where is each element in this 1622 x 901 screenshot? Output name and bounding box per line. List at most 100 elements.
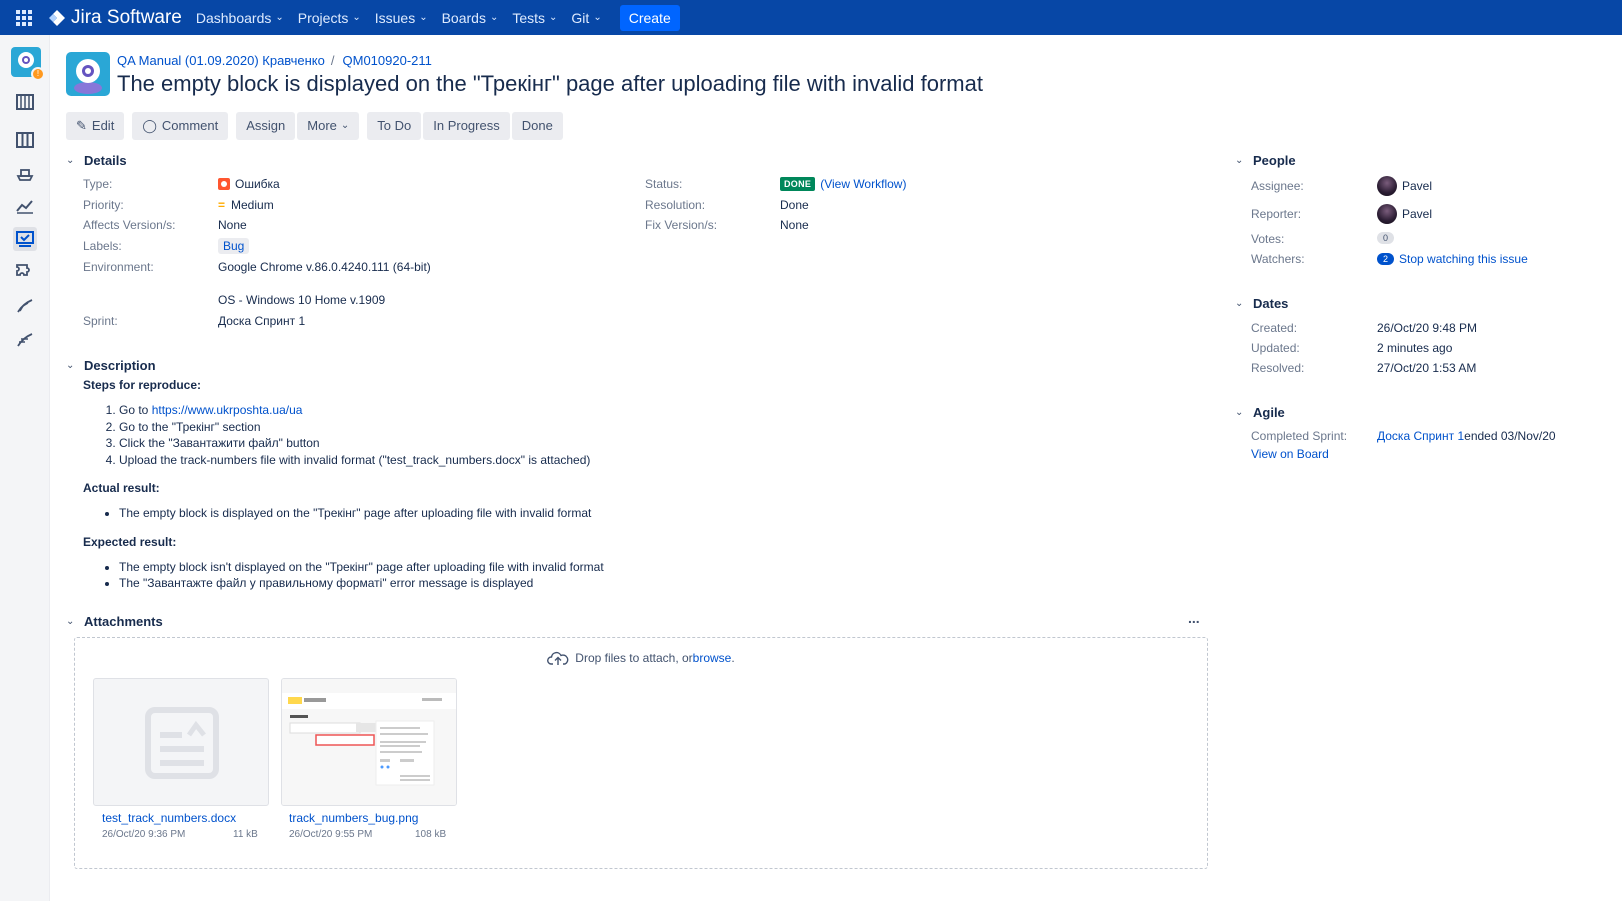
label-bug-tag[interactable]: Bug — [218, 238, 250, 254]
in-progress-button[interactable]: In Progress — [423, 112, 510, 140]
steps-title: Steps for reproduce: — [83, 378, 202, 392]
status-label: Status: — [645, 177, 683, 191]
watchers-label: Watchers: — [1251, 252, 1305, 266]
chevron-down-icon: ⌄ — [340, 120, 350, 131]
tests-icon[interactable] — [13, 294, 37, 318]
nav-issues[interactable]: Issues ⌄ — [375, 10, 428, 26]
drop-end: . — [731, 651, 735, 665]
todo-button[interactable]: To Do — [367, 112, 422, 140]
step-item: Click the "Завантажити файл" button — [119, 435, 643, 452]
priority-value: = Medium — [218, 198, 274, 212]
attachment-size: 108 kB — [415, 829, 447, 840]
nav-dashboards[interactable]: Dashboards ⌄ — [196, 10, 284, 26]
description-title: Description — [84, 358, 156, 373]
assignee-value[interactable]: Pavel — [1377, 176, 1432, 196]
top-navigation-bar: Jira Software Dashboards ⌄ Projects ⌄ Issu… — [0, 0, 1622, 35]
labels-value: Bug — [218, 238, 250, 254]
nav-projects[interactable]: Projects ⌄ — [298, 10, 361, 26]
view-on-board-link[interactable]: View on Board — [1251, 447, 1329, 461]
comment-label: Comment — [161, 118, 219, 133]
status-value: DONE (View Workflow) — [780, 177, 906, 191]
assign-button[interactable]: Assign — [236, 112, 296, 140]
comment-icon: ◯ — [142, 118, 157, 133]
labels-label: Labels: — [83, 239, 122, 253]
list-item: The empty block is displayed on the "Тре… — [119, 505, 643, 522]
type-value: Ошибка — [218, 177, 280, 191]
description-header[interactable]: ⌄ Description — [66, 358, 156, 373]
sprint-value: Доска Спринт 1 — [218, 314, 306, 328]
votes-value[interactable]: 0 — [1377, 232, 1395, 244]
issue-view: QA Manual (01.09.2020) Кравченко / QM010… — [50, 35, 1622, 901]
nav-label: Issues — [374, 9, 416, 26]
details-header[interactable]: ⌄ Details — [66, 153, 127, 168]
project-avatar-large[interactable] — [66, 52, 110, 96]
step-text: Go to — [119, 403, 152, 417]
chevron-down-icon: ⌄ — [1235, 407, 1244, 418]
jira-logo[interactable]: Jira Software — [48, 7, 182, 29]
drop-files-message: Drop files to attach, or browse. — [75, 650, 1207, 666]
issue-summary[interactable]: The empty block is displayed on the "Тре… — [117, 71, 983, 97]
pencil-icon: ✎ — [76, 118, 87, 133]
completed-sprint-value: Доска Спринт 1 ended 03/Nov/20 — [1377, 429, 1556, 443]
breadcrumb-issue-key-link[interactable]: QM010920-211 — [343, 53, 432, 68]
test-runs-icon[interactable] — [13, 328, 37, 352]
create-button[interactable]: Create — [619, 4, 680, 31]
list-item: The empty block isn't displayed on the "… — [119, 559, 643, 576]
nav-label: Projects — [297, 9, 349, 26]
releases-icon[interactable] — [13, 161, 37, 185]
environment-value-line2: OS - Windows 10 Home v.1909 — [218, 293, 386, 307]
attachment-file-link[interactable]: track_numbers_bug.png — [289, 811, 418, 825]
upload-cloud-icon — [547, 651, 569, 665]
chevron-down-icon: ⌄ — [66, 155, 75, 166]
attachments-more-button[interactable]: ... — [1188, 610, 1200, 626]
created-value: 26/Oct/20 9:48 PM — [1377, 321, 1478, 335]
chevron-down-icon: ⌄ — [593, 12, 602, 23]
actual-result-list: The empty block is displayed on the "Тре… — [119, 505, 643, 522]
type-text: Ошибка — [235, 177, 280, 191]
more-button[interactable]: More ⌄ — [297, 112, 360, 140]
ukrposhta-link[interactable]: https://www.ukrposhta.ua/ua — [152, 403, 303, 417]
project-avatar[interactable]: ! — [11, 47, 45, 81]
sprint-link[interactable]: Доска Спринт 1 — [1377, 429, 1464, 443]
board-icon[interactable] — [13, 128, 37, 152]
avatar — [1377, 204, 1397, 224]
steps-list: Go to https://www.ukrposhta.ua/ua Go to … — [119, 402, 643, 468]
edit-label: Edit — [91, 118, 115, 133]
reporter-value[interactable]: Pavel — [1377, 204, 1432, 224]
nav-boards[interactable]: Boards ⌄ — [442, 10, 499, 26]
priority-label: Priority: — [83, 198, 124, 212]
nav-label: Dashboards — [195, 9, 272, 26]
nav-git[interactable]: Git ⌄ — [571, 10, 601, 26]
agile-header[interactable]: ⌄ Agile — [1235, 405, 1285, 420]
stop-watching-link[interactable]: Stop watching this issue — [1399, 252, 1528, 266]
chevron-down-icon: ⌄ — [352, 12, 361, 23]
comment-button[interactable]: ◯ Comment — [132, 112, 229, 140]
done-button[interactable]: Done — [511, 112, 563, 140]
chevron-down-icon: ⌄ — [66, 360, 75, 371]
app-switcher-icon[interactable] — [12, 6, 36, 30]
watchers-count-badge[interactable]: 2 — [1377, 253, 1395, 265]
attachments-dropzone[interactable]: Drop files to attach, or browse. test_tr… — [74, 637, 1208, 869]
attachment-thumbnail-png[interactable] — [281, 678, 457, 806]
attachment-date: 26/Oct/20 9:36 PM — [102, 829, 186, 840]
attachment-thumbnail-docx[interactable] — [93, 678, 269, 806]
nav-label: Tests — [512, 9, 546, 26]
backlog-icon[interactable] — [13, 90, 37, 114]
affects-version-label: Affects Version/s: — [83, 218, 176, 232]
components-icon[interactable] — [13, 260, 37, 284]
description-body[interactable]: Steps for reproduce: Go to https://www.u… — [83, 378, 643, 605]
attachments-header[interactable]: ⌄ Attachments — [66, 614, 163, 629]
edit-button[interactable]: ✎ Edit — [66, 112, 125, 140]
browse-link[interactable]: browse — [693, 651, 732, 665]
breadcrumb-project-link[interactable]: QA Manual (01.09.2020) Кравченко — [117, 53, 325, 68]
reporter-name: Pavel — [1402, 207, 1433, 221]
robot-avatar-icon — [74, 59, 102, 94]
attachment-file-link[interactable]: test_track_numbers.docx — [102, 811, 236, 825]
issues-icon[interactable] — [13, 227, 37, 251]
nav-tests[interactable]: Tests ⌄ — [512, 10, 557, 26]
reports-icon[interactable] — [13, 194, 37, 218]
nav-label: Boards — [441, 9, 486, 26]
view-workflow-link[interactable]: (View Workflow) — [820, 177, 906, 191]
dates-header[interactable]: ⌄ Dates — [1235, 296, 1288, 311]
people-header[interactable]: ⌄ People — [1235, 153, 1296, 168]
